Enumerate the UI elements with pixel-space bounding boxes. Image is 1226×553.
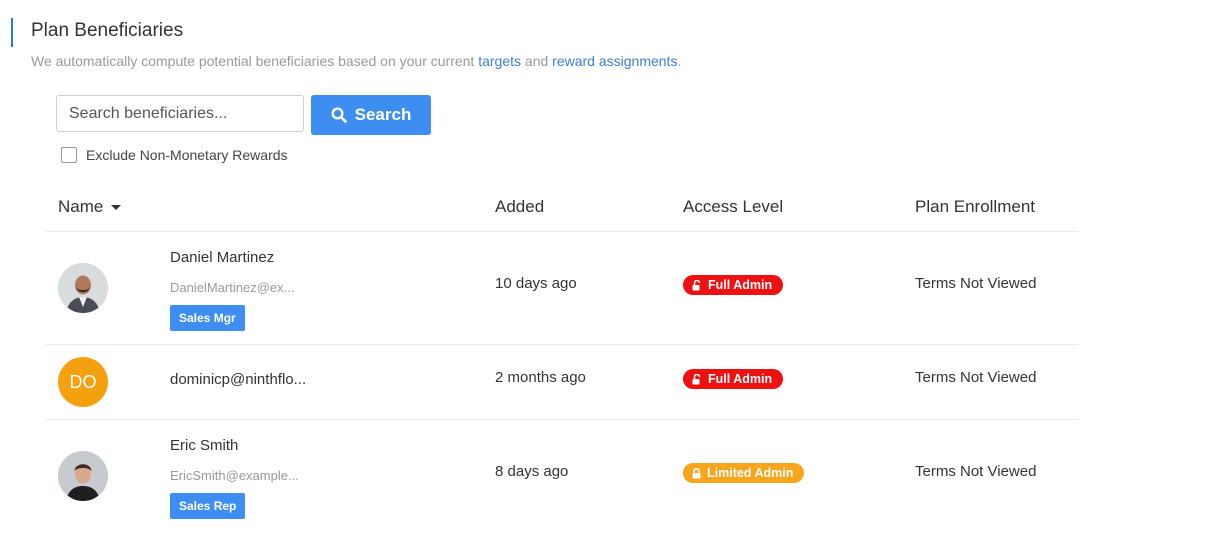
targets-link[interactable]: targets [478, 53, 521, 69]
column-header-name[interactable]: Name [58, 197, 122, 217]
beneficiary-email: EricSmith@example... [170, 468, 299, 483]
plan-enrollment-status: Terms Not Viewed [915, 275, 1037, 292]
exclude-non-monetary-option[interactable]: Exclude Non-Monetary Rewards [61, 147, 288, 163]
avatar [58, 451, 108, 501]
added-date: 8 days ago [495, 463, 569, 480]
search-input[interactable] [56, 95, 304, 132]
sort-down-icon [111, 205, 122, 211]
column-header-plan-enrollment[interactable]: Plan Enrollment [915, 197, 1035, 217]
exclude-non-monetary-checkbox[interactable] [61, 147, 77, 163]
access-level-label: Full Admin [708, 372, 773, 386]
unlock-icon [692, 373, 701, 384]
beneficiary-name: Eric Smith [170, 437, 239, 454]
plan-enrollment-status: Terms Not Viewed [915, 463, 1037, 480]
unlock-icon [692, 279, 701, 290]
table-row[interactable]: DO dominicp@ninthflo... 2 months ago Ful… [45, 345, 1078, 419]
title-accent-bar [11, 18, 13, 47]
subtitle-suffix: . [677, 53, 682, 69]
role-badge: Sales Mgr [170, 305, 245, 331]
column-header-added[interactable]: Added [495, 197, 544, 217]
access-level-badge: Full Admin [683, 275, 784, 295]
subtitle-and: and [521, 53, 553, 69]
avatar [58, 263, 108, 313]
beneficiary-name: dominicp@ninthflo... [170, 371, 307, 388]
page-title: Plan Beneficiaries [31, 20, 184, 41]
beneficiary-email: DanielMartinez@ex... [170, 280, 295, 295]
table-row[interactable]: Daniel Martinez DanielMartinez@ex... Sal… [45, 232, 1078, 344]
search-button[interactable]: Search [311, 95, 431, 135]
plan-enrollment-status: Terms Not Viewed [915, 369, 1037, 386]
column-header-access-level[interactable]: Access Level [683, 197, 783, 217]
access-level-label: Limited Admin [707, 466, 794, 480]
avatar: DO [58, 357, 108, 407]
role-badge: Sales Rep [170, 493, 246, 519]
access-level-badge: Limited Admin [683, 463, 805, 483]
search-icon [331, 107, 347, 123]
added-date: 2 months ago [495, 369, 586, 386]
reward-assignments-link[interactable]: reward assignments [552, 53, 677, 69]
search-button-label: Search [354, 105, 412, 124]
lock-icon [692, 467, 701, 478]
column-header-name-label: Name [58, 197, 104, 216]
subtitle-text: We automatically compute potential benef… [31, 53, 479, 69]
table-row[interactable]: Eric Smith EricSmith@example... Sales Re… [45, 420, 1078, 532]
beneficiary-name: Daniel Martinez [170, 249, 275, 266]
exclude-non-monetary-label: Exclude Non-Monetary Rewards [86, 147, 288, 163]
access-level-badge: Full Admin [683, 369, 784, 389]
page-subtitle: We automatically compute potential benef… [31, 53, 681, 69]
access-level-label: Full Admin [708, 278, 773, 292]
added-date: 10 days ago [495, 275, 577, 292]
